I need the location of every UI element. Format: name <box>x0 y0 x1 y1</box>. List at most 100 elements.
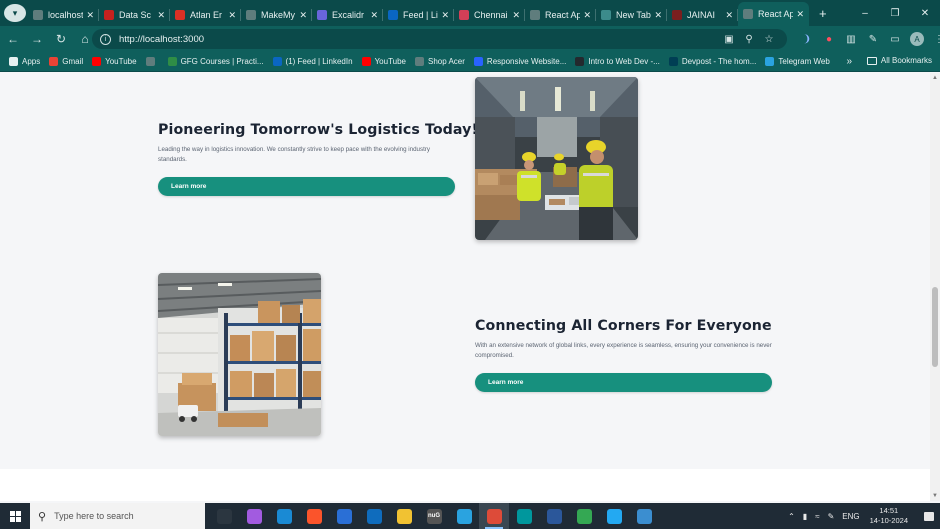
extension-record-icon[interactable]: ● <box>818 30 840 48</box>
tab-close-icon[interactable]: ✕ <box>86 10 94 21</box>
bookmark-item[interactable]: Apps <box>9 57 40 66</box>
language-indicator[interactable]: ENG <box>842 512 859 521</box>
address-bar[interactable]: i http://localhost:3000 ▣ ⚲ ☆ <box>92 29 787 49</box>
bookmark-item[interactable]: Telegram Web <box>765 57 830 66</box>
extensions-puzzle-icon[interactable]: ✎ <box>862 30 884 48</box>
browser-tab[interactable]: JAINAI ✕ <box>667 4 738 26</box>
battery-icon[interactable]: ▮ <box>803 512 807 521</box>
extension-readaloud-icon[interactable]: ▥ <box>840 30 862 48</box>
bookmark-item[interactable]: Shop Acer <box>415 57 465 66</box>
all-bookmarks-button[interactable]: All Bookmarks <box>866 56 932 65</box>
bookmark-label: GFG Courses | Practi... <box>180 57 264 66</box>
clock[interactable]: 14:51 14-10-2024 <box>870 506 908 526</box>
tab-close-icon[interactable]: ✕ <box>441 10 449 21</box>
taskbar-app[interactable] <box>269 503 299 529</box>
bookmark-item[interactable]: (1) Feed | LinkedIn <box>272 57 353 66</box>
pen-icon[interactable]: ✎ <box>828 512 835 521</box>
section-2-description: With an extensive network of global link… <box>475 342 772 359</box>
taskbar-search-box[interactable]: ⚲ Type here to search <box>30 503 205 529</box>
bookmark-star-icon[interactable]: ☆ <box>759 31 779 47</box>
taskbar-app[interactable] <box>449 503 479 529</box>
bookmark-item[interactable]: Gmail <box>49 57 83 66</box>
taskbar-app[interactable] <box>239 503 269 529</box>
browser-tab[interactable]: MakeMy ✕ <box>241 4 312 26</box>
browser-tab[interactable]: React Ap ✕ <box>738 2 809 26</box>
edge-icon <box>276 508 292 524</box>
taskbar-app[interactable] <box>389 503 419 529</box>
tray-overflow-icon[interactable]: ⌃ <box>788 512 795 521</box>
taskbar-app[interactable] <box>539 503 569 529</box>
tab-close-icon[interactable]: ✕ <box>654 10 662 21</box>
taskbar-app[interactable] <box>329 503 359 529</box>
bookmark-label: Intro to Web Dev -... <box>588 57 660 66</box>
browser-tab[interactable]: New Tab ✕ <box>596 4 667 26</box>
page-viewport: Pioneering Tomorrow's Logistics Today! L… <box>0 73 930 501</box>
browser-tab[interactable]: localhost ✕ <box>28 4 99 26</box>
bookmark-item[interactable]: Intro to Web Dev -... <box>575 57 660 66</box>
back-icon[interactable]: ← <box>2 28 24 50</box>
section-1-description: Leading the way in logistics innovation.… <box>158 146 430 163</box>
address-url[interactable]: http://localhost:3000 <box>119 34 204 45</box>
browser-tab-label: Excalidr <box>332 10 365 20</box>
minimize-icon[interactable]: – <box>850 0 880 26</box>
taskbar-app[interactable] <box>509 503 539 529</box>
bookmark-item[interactable]: Responsive Website... <box>473 57 566 66</box>
tab-close-icon[interactable]: ✕ <box>370 10 378 21</box>
reload-icon[interactable]: ↻ <box>50 28 72 50</box>
bookmark-item[interactable]: YouTube <box>361 57 406 66</box>
excalidraw-icon <box>317 10 327 20</box>
tab-close-icon[interactable]: ✕ <box>796 9 804 20</box>
globe-icon <box>415 57 424 66</box>
tab-search-menu-icon[interactable]: ▾ <box>4 4 26 22</box>
sidebar-toggle-icon[interactable]: ▭ <box>884 30 906 48</box>
start-button[interactable] <box>0 503 30 529</box>
taskbar-app[interactable] <box>629 503 659 529</box>
notifications-icon[interactable] <box>918 503 940 529</box>
browser-tab[interactable]: React Ap ✕ <box>525 4 596 26</box>
bookmark-item[interactable] <box>145 57 159 66</box>
tab-close-icon[interactable]: ✕ <box>512 10 520 21</box>
jain-icon <box>672 10 682 20</box>
tab-close-icon[interactable]: ✕ <box>228 10 236 21</box>
browser-tab[interactable]: Chennai ✕ <box>454 4 525 26</box>
zoom-icon[interactable]: ⚲ <box>739 31 759 47</box>
profile-avatar[interactable]: A <box>910 32 924 46</box>
taskbar-app[interactable] <box>359 503 389 529</box>
wifi-icon[interactable]: ≈ <box>815 512 819 521</box>
browser-tab[interactable]: Atlan Er ✕ <box>170 4 241 26</box>
page-scrollbar[interactable]: ▲ ▼ <box>930 73 940 501</box>
scroll-up-icon[interactable]: ▲ <box>932 75 938 81</box>
browser-tab[interactable]: Excalidr ✕ <box>312 4 383 26</box>
tab-close-icon[interactable]: ✕ <box>725 10 733 21</box>
maximize-icon[interactable]: ❐ <box>880 0 910 26</box>
taskbar-app[interactable] <box>209 503 239 529</box>
install-app-icon[interactable]: ▣ <box>719 31 739 47</box>
taskbar-app[interactable] <box>479 503 509 529</box>
taskbar-app[interactable] <box>569 503 599 529</box>
browser-tab[interactable]: Data Sc ✕ <box>99 4 170 26</box>
browser-tab[interactable]: Feed | Li ✕ <box>383 4 454 26</box>
tab-close-icon[interactable]: ✕ <box>299 10 307 21</box>
browser-menu-icon[interactable]: ⋮ <box>928 30 940 48</box>
bookmark-item[interactable]: YouTube <box>92 57 137 66</box>
browser-tab-label: Chennai <box>474 10 508 20</box>
tab-close-icon[interactable]: ✕ <box>157 10 165 21</box>
taskbar-app[interactable]: nuG <box>419 503 449 529</box>
linkedin-icon <box>272 57 282 66</box>
bookmark-item[interactable]: GFG Courses | Practi... <box>167 57 264 66</box>
search-icon: ⚲ <box>38 510 47 523</box>
forward-icon[interactable]: → <box>26 28 48 50</box>
close-window-icon[interactable]: ✕ <box>910 0 940 26</box>
new-tab-button[interactable]: + <box>819 6 827 21</box>
bookmarks-overflow-button[interactable]: » <box>846 56 852 67</box>
scroll-down-icon[interactable]: ▼ <box>932 493 938 499</box>
extension-audio-icon[interactable]: ❩ <box>796 30 818 48</box>
section-1-learn-more-button[interactable]: Learn more <box>158 177 455 196</box>
taskbar-app[interactable] <box>599 503 629 529</box>
section-2-learn-more-button[interactable]: Learn more <box>475 373 772 392</box>
scrollbar-thumb[interactable] <box>932 287 938 367</box>
site-info-icon[interactable]: i <box>100 33 111 45</box>
taskbar-app[interactable] <box>299 503 329 529</box>
tab-close-icon[interactable]: ✕ <box>583 10 591 21</box>
bookmark-item[interactable]: Devpost - The hom... <box>668 57 756 66</box>
